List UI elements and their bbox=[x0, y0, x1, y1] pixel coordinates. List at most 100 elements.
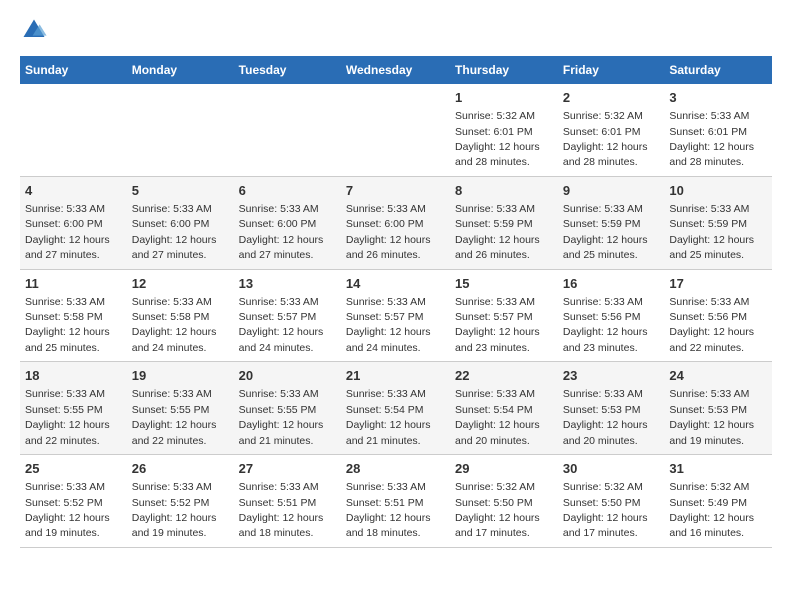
day-number: 22 bbox=[455, 367, 553, 385]
calendar-day-cell: 16 Sunrise: 5:33 AM Sunset: 5:56 PM Dayli… bbox=[558, 269, 664, 362]
calendar-day-cell: 14 Sunrise: 5:33 AM Sunset: 5:57 PM Dayli… bbox=[341, 269, 450, 362]
day-info: Sunrise: 5:33 AM Sunset: 5:55 PM Dayligh… bbox=[132, 388, 217, 446]
calendar-day-cell bbox=[341, 84, 450, 176]
day-number: 6 bbox=[239, 182, 336, 200]
day-number: 17 bbox=[669, 275, 767, 293]
day-number: 18 bbox=[25, 367, 122, 385]
calendar-day-cell bbox=[20, 84, 127, 176]
day-info: Sunrise: 5:33 AM Sunset: 5:57 PM Dayligh… bbox=[346, 296, 431, 354]
calendar-day-cell: 5Sunrise: 5:33 AM Sunset: 6:00 PM Daylig… bbox=[127, 176, 234, 269]
day-info: Sunrise: 5:32 AM Sunset: 6:01 PM Dayligh… bbox=[563, 110, 648, 168]
calendar-day-cell: 17 Sunrise: 5:33 AM Sunset: 5:56 PM Dayli… bbox=[664, 269, 772, 362]
day-info: Sunrise: 5:33 AM Sunset: 5:56 PM Dayligh… bbox=[669, 296, 754, 354]
calendar-day-cell: 9 Sunrise: 5:33 AM Sunset: 5:59 PM Daylig… bbox=[558, 176, 664, 269]
calendar-day-cell: 19 Sunrise: 5:33 AM Sunset: 5:55 PM Dayli… bbox=[127, 362, 234, 455]
day-number: 14 bbox=[346, 275, 445, 293]
calendar-table: SundayMondayTuesdayWednesdayThursdayFrid… bbox=[20, 56, 772, 548]
calendar-day-cell: 18 Sunrise: 5:33 AM Sunset: 5:55 PM Dayli… bbox=[20, 362, 127, 455]
day-number: 20 bbox=[239, 367, 336, 385]
day-info: Sunrise: 5:33 AM Sunset: 5:51 PM Dayligh… bbox=[239, 481, 324, 539]
calendar-day-cell: 10Sunrise: 5:33 AM Sunset: 5:59 PM Dayli… bbox=[664, 176, 772, 269]
calendar-day-cell: 24 Sunrise: 5:33 AM Sunset: 5:53 PM Dayli… bbox=[664, 362, 772, 455]
day-info: Sunrise: 5:33 AM Sunset: 5:53 PM Dayligh… bbox=[563, 388, 648, 446]
day-info: Sunrise: 5:33 AM Sunset: 5:55 PM Dayligh… bbox=[25, 388, 110, 446]
calendar-day-cell: 22 Sunrise: 5:33 AM Sunset: 5:54 PM Dayli… bbox=[450, 362, 558, 455]
calendar-day-cell: 8 Sunrise: 5:33 AM Sunset: 5:59 PM Daylig… bbox=[450, 176, 558, 269]
day-info: Sunrise: 5:33 AM Sunset: 5:58 PM Dayligh… bbox=[25, 296, 110, 354]
calendar-day-cell: 6 Sunrise: 5:33 AM Sunset: 6:00 PM Daylig… bbox=[234, 176, 341, 269]
calendar-week-row: 18 Sunrise: 5:33 AM Sunset: 5:55 PM Dayli… bbox=[20, 362, 772, 455]
day-number: 10 bbox=[669, 182, 767, 200]
day-info: Sunrise: 5:33 AM Sunset: 5:59 PM Dayligh… bbox=[563, 203, 648, 261]
day-number: 16 bbox=[563, 275, 659, 293]
day-info: Sunrise: 5:33 AM Sunset: 6:00 PM Dayligh… bbox=[132, 203, 217, 261]
calendar-day-cell: 4 Sunrise: 5:33 AM Sunset: 6:00 PM Daylig… bbox=[20, 176, 127, 269]
day-info: Sunrise: 5:33 AM Sunset: 5:54 PM Dayligh… bbox=[455, 388, 540, 446]
day-info: Sunrise: 5:33 AM Sunset: 5:55 PM Dayligh… bbox=[239, 388, 324, 446]
day-info: Sunrise: 5:33 AM Sunset: 5:57 PM Dayligh… bbox=[239, 296, 324, 354]
day-info: Sunrise: 5:33 AM Sunset: 6:00 PM Dayligh… bbox=[25, 203, 110, 261]
calendar-day-cell: 13Sunrise: 5:33 AM Sunset: 5:57 PM Dayli… bbox=[234, 269, 341, 362]
calendar-day-cell: 30 Sunrise: 5:32 AM Sunset: 5:50 PM Dayli… bbox=[558, 455, 664, 548]
calendar-day-cell: 28Sunrise: 5:33 AM Sunset: 5:51 PM Dayli… bbox=[341, 455, 450, 548]
calendar-day-header: Thursday bbox=[450, 56, 558, 84]
calendar-week-row: 25 Sunrise: 5:33 AM Sunset: 5:52 PM Dayli… bbox=[20, 455, 772, 548]
day-info: Sunrise: 5:33 AM Sunset: 5:52 PM Dayligh… bbox=[132, 481, 217, 539]
calendar-day-cell bbox=[234, 84, 341, 176]
day-number: 24 bbox=[669, 367, 767, 385]
day-info: Sunrise: 5:33 AM Sunset: 5:57 PM Dayligh… bbox=[455, 296, 540, 354]
calendar-day-cell: 27 Sunrise: 5:33 AM Sunset: 5:51 PM Dayli… bbox=[234, 455, 341, 548]
day-number: 30 bbox=[563, 460, 659, 478]
calendar-day-cell: 3Sunrise: 5:33 AM Sunset: 6:01 PM Daylig… bbox=[664, 84, 772, 176]
day-info: Sunrise: 5:33 AM Sunset: 5:56 PM Dayligh… bbox=[563, 296, 648, 354]
day-number: 26 bbox=[132, 460, 229, 478]
day-info: Sunrise: 5:33 AM Sunset: 5:59 PM Dayligh… bbox=[455, 203, 540, 261]
day-number: 23 bbox=[563, 367, 659, 385]
day-info: Sunrise: 5:32 AM Sunset: 5:50 PM Dayligh… bbox=[455, 481, 540, 539]
day-number: 27 bbox=[239, 460, 336, 478]
page-container: SundayMondayTuesdayWednesdayThursdayFrid… bbox=[0, 0, 792, 564]
calendar-day-cell: 1Sunrise: 5:32 AM Sunset: 6:01 PM Daylig… bbox=[450, 84, 558, 176]
day-info: Sunrise: 5:33 AM Sunset: 6:00 PM Dayligh… bbox=[346, 203, 431, 261]
calendar-day-cell: 29 Sunrise: 5:32 AM Sunset: 5:50 PM Dayli… bbox=[450, 455, 558, 548]
day-number: 31 bbox=[669, 460, 767, 478]
day-info: Sunrise: 5:33 AM Sunset: 5:58 PM Dayligh… bbox=[132, 296, 217, 354]
day-info: Sunrise: 5:33 AM Sunset: 5:53 PM Dayligh… bbox=[669, 388, 754, 446]
day-number: 1 bbox=[455, 89, 553, 107]
calendar-day-cell: 20 Sunrise: 5:33 AM Sunset: 5:55 PM Dayli… bbox=[234, 362, 341, 455]
calendar-day-header: Tuesday bbox=[234, 56, 341, 84]
day-info: Sunrise: 5:33 AM Sunset: 6:00 PM Dayligh… bbox=[239, 203, 324, 261]
day-number: 29 bbox=[455, 460, 553, 478]
calendar-day-header: Wednesday bbox=[341, 56, 450, 84]
day-number: 2 bbox=[563, 89, 659, 107]
day-info: Sunrise: 5:33 AM Sunset: 5:52 PM Dayligh… bbox=[25, 481, 110, 539]
day-info: Sunrise: 5:33 AM Sunset: 5:54 PM Dayligh… bbox=[346, 388, 431, 446]
day-number: 21 bbox=[346, 367, 445, 385]
calendar-day-cell: 2 Sunrise: 5:32 AM Sunset: 6:01 PM Daylig… bbox=[558, 84, 664, 176]
calendar-day-header: Sunday bbox=[20, 56, 127, 84]
day-number: 9 bbox=[563, 182, 659, 200]
calendar-header-row: SundayMondayTuesdayWednesdayThursdayFrid… bbox=[20, 56, 772, 84]
day-number: 11 bbox=[25, 275, 122, 293]
page-header bbox=[20, 16, 772, 44]
calendar-day-header: Monday bbox=[127, 56, 234, 84]
calendar-week-row: 1 Sunrise: 5:32 AM Sunset: 6:01 PM Daylig… bbox=[20, 84, 772, 176]
day-number: 28 bbox=[346, 460, 445, 478]
day-info: Sunrise: 5:32 AM Sunset: 5:50 PM Dayligh… bbox=[563, 481, 648, 539]
calendar-day-cell: 15 Sunrise: 5:33 AM Sunset: 5:57 PM Dayli… bbox=[450, 269, 558, 362]
calendar-day-cell: 25 Sunrise: 5:33 AM Sunset: 5:52 PM Dayli… bbox=[20, 455, 127, 548]
calendar-day-cell: 12Sunrise: 5:33 AM Sunset: 5:58 PM Dayli… bbox=[127, 269, 234, 362]
day-number: 19 bbox=[132, 367, 229, 385]
calendar-day-cell: 23 Sunrise: 5:33 AM Sunset: 5:53 PM Dayli… bbox=[558, 362, 664, 455]
day-number: 8 bbox=[455, 182, 553, 200]
day-info: Sunrise: 5:33 AM Sunset: 6:01 PM Dayligh… bbox=[669, 110, 754, 168]
calendar-week-row: 11 Sunrise: 5:33 AM Sunset: 5:58 PM Dayli… bbox=[20, 269, 772, 362]
calendar-day-cell bbox=[127, 84, 234, 176]
day-number: 25 bbox=[25, 460, 122, 478]
calendar-day-header: Saturday bbox=[664, 56, 772, 84]
day-info: Sunrise: 5:32 AM Sunset: 5:49 PM Dayligh… bbox=[669, 481, 754, 539]
logo bbox=[20, 16, 52, 44]
day-number: 15 bbox=[455, 275, 553, 293]
day-number: 7 bbox=[346, 182, 445, 200]
day-number: 4 bbox=[25, 182, 122, 200]
